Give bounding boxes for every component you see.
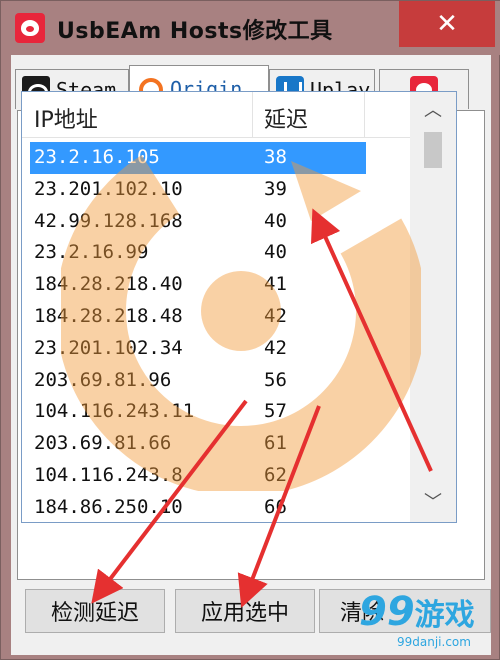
list-item[interactable]: 184.28.218.40 41: [22, 269, 410, 301]
delay-value: 40: [264, 241, 287, 264]
list-item[interactable]: 203.69.81.66 61: [22, 428, 410, 460]
list-header: IP地址 延迟: [22, 92, 410, 138]
list-rows: 23.2.16.105 38 23.201.102.10 39 42.99.128.16…: [22, 142, 410, 522]
list-item[interactable]: 23.201.102.34 42: [22, 333, 410, 365]
ip-address: 104.116.243.8: [34, 463, 183, 486]
ip-address: 104.116.243.11: [34, 400, 195, 423]
list-item[interactable]: 23.2.16.105 38: [30, 142, 366, 174]
site-watermark-logo: 99游戏 99danji.com: [359, 589, 475, 649]
delay-value: 61: [264, 432, 287, 455]
logo-url: 99danji.com: [397, 635, 471, 649]
scroll-up-icon[interactable]: ︿: [410, 96, 456, 126]
app-window: UsbEAm Hosts修改工具 ✕ Steam Origin Uplay 检测…: [0, 0, 500, 660]
list-item[interactable]: 104.116.243.8 62: [22, 460, 410, 492]
column-divider: [252, 92, 253, 138]
ip-address: 23.201.102.10: [34, 177, 183, 200]
logo-cn: 游戏: [414, 598, 475, 633]
delay-value: 62: [264, 463, 287, 486]
logo-99: 99: [359, 589, 415, 635]
delay-value: 57: [264, 400, 287, 423]
delay-value: 39: [264, 177, 287, 200]
ip-address: 184.28.218.40: [34, 273, 183, 296]
list-item[interactable]: 184.86.250.10 66: [22, 492, 410, 522]
column-divider: [364, 92, 365, 138]
vertical-scrollbar[interactable]: ︿ ﹀: [410, 92, 456, 522]
list-item[interactable]: 104.116.243.11 57: [22, 396, 410, 428]
ip-address: 23.201.102.34: [34, 336, 183, 359]
list-item[interactable]: 184.28.218.48 42: [22, 301, 410, 333]
close-button[interactable]: ✕: [399, 1, 495, 47]
ip-list[interactable]: IP地址 延迟 23.2.16.105 38 23.201.102.10 39 42.9…: [21, 91, 457, 523]
ip-address: 23.2.16.99: [34, 241, 149, 264]
column-delay[interactable]: 延迟: [264, 102, 308, 134]
ip-address: 42.99.128.168: [34, 209, 183, 232]
delay-value: 38: [264, 146, 287, 168]
list-item[interactable]: 23.201.102.10 39: [22, 174, 410, 206]
ip-address: 23.2.16.105: [34, 146, 160, 168]
delay-value: 40: [264, 209, 287, 232]
delay-value: 42: [264, 304, 287, 327]
scroll-down-icon[interactable]: ﹀: [410, 488, 456, 518]
list-item[interactable]: 203.69.81.96 56: [22, 365, 410, 397]
detect-delay-button[interactable]: 检测延迟: [25, 589, 165, 633]
ip-address: 203.69.81.66: [34, 432, 172, 455]
delay-value: 41: [264, 273, 287, 296]
ip-address: 184.28.218.48: [34, 304, 183, 327]
list-item[interactable]: 42.99.128.168 40: [22, 206, 410, 238]
list-item[interactable]: 23.2.16.99 40: [22, 237, 410, 269]
apply-selected-button[interactable]: 应用选中: [175, 589, 315, 633]
title-bar[interactable]: UsbEAm Hosts修改工具 ✕: [1, 1, 500, 55]
app-logo-icon: [15, 13, 45, 43]
column-ip[interactable]: IP地址: [34, 102, 98, 134]
delay-value: 42: [264, 336, 287, 359]
ip-address: 184.86.250.10: [34, 495, 183, 518]
delay-value: 66: [264, 495, 287, 518]
delay-value: 56: [264, 368, 287, 391]
window-title: UsbEAm Hosts修改工具: [57, 19, 333, 44]
ip-address: 203.69.81.96: [34, 368, 172, 391]
scroll-thumb[interactable]: [424, 132, 442, 168]
